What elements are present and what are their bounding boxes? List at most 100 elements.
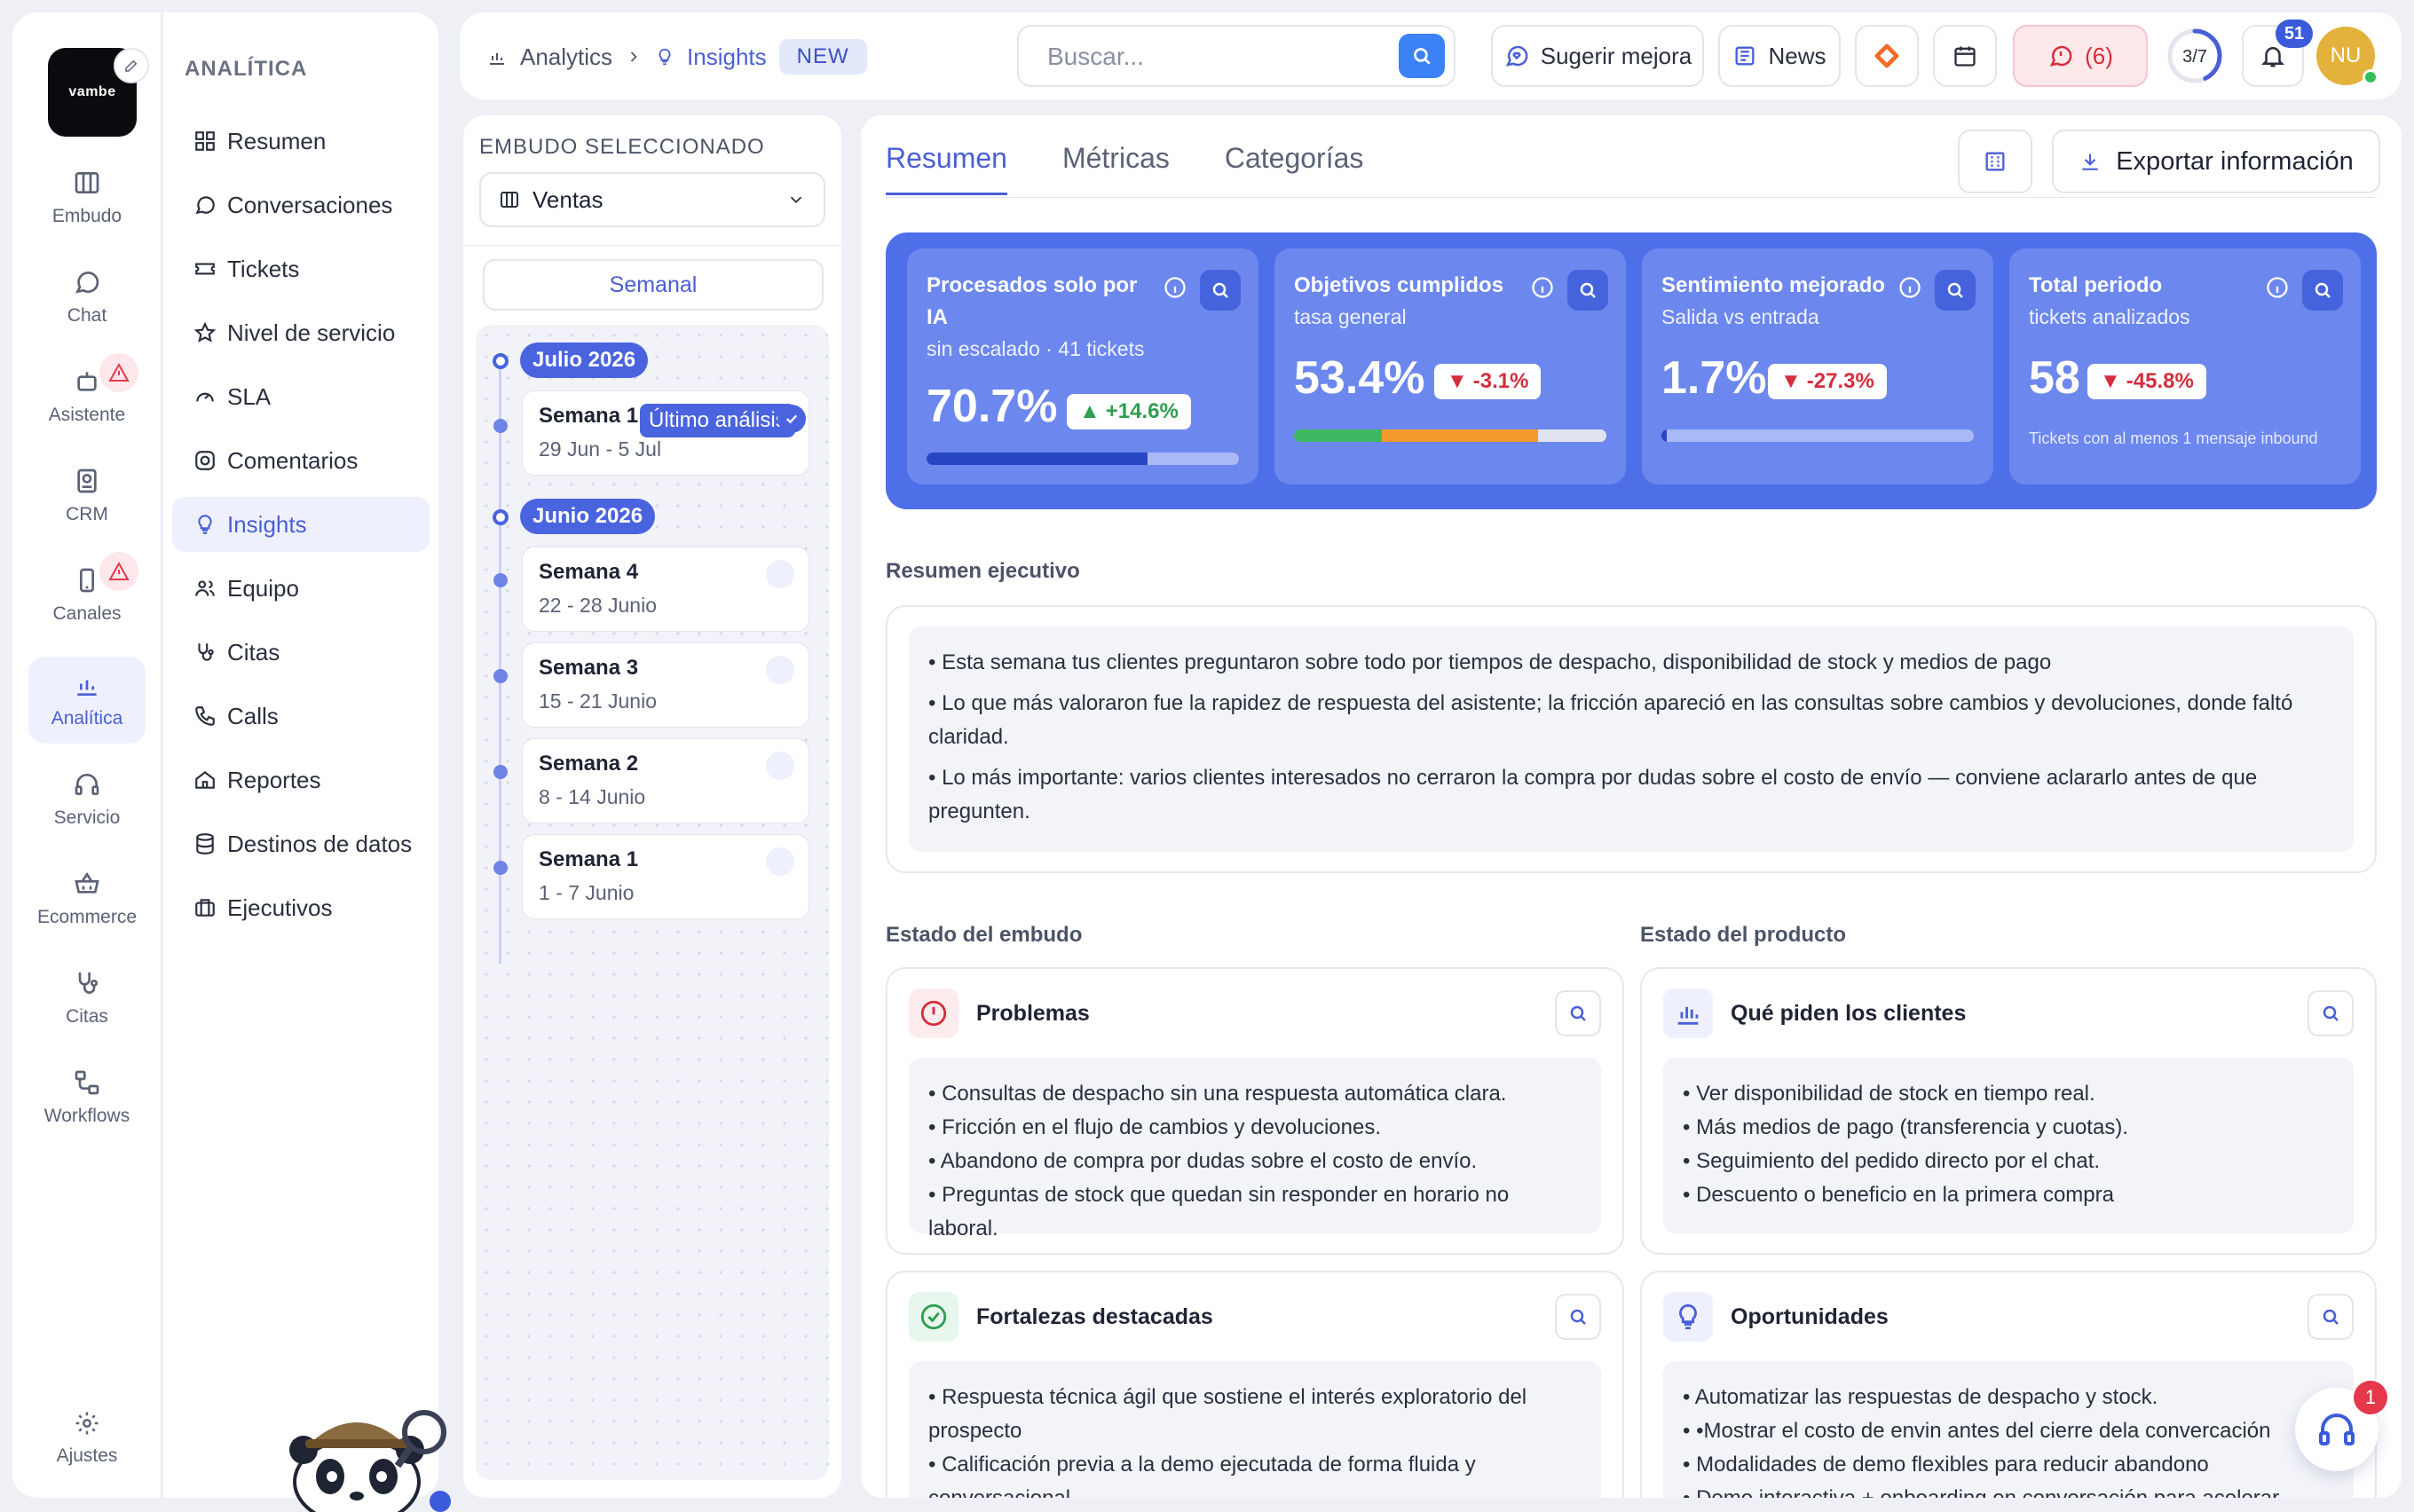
edit-logo-icon[interactable] bbox=[114, 48, 149, 83]
menu-item-comentarios[interactable]: Comentarios bbox=[172, 433, 430, 488]
news-button[interactable]: News bbox=[1718, 25, 1841, 87]
onboarding-progress[interactable]: 3/7 bbox=[2164, 25, 2226, 87]
card-title: Problemas bbox=[976, 1000, 1090, 1026]
search-icon bbox=[2323, 1309, 2339, 1325]
top-bar: Analytics Insights NEW Buscar... Sugerir… bbox=[460, 12, 2402, 99]
chat-heart-icon bbox=[1505, 45, 1528, 67]
period-toggle[interactable]: Semanal bbox=[483, 259, 824, 311]
panda-mascot-icon[interactable] bbox=[275, 1397, 462, 1512]
menu-item-destinos[interactable]: Destinos de datos bbox=[172, 816, 430, 871]
rail-item-ajustes[interactable]: Ajustes bbox=[28, 1395, 146, 1482]
menu-item-equipo[interactable]: Equipo bbox=[172, 561, 430, 616]
rail-item-analitica[interactable]: Analítica bbox=[28, 657, 146, 744]
kpi-progress-bar bbox=[927, 453, 1239, 465]
logo-text: vambe bbox=[68, 84, 116, 99]
suggest-button[interactable]: Sugerir mejora bbox=[1491, 25, 1704, 87]
export-button[interactable]: Exportar información bbox=[2052, 130, 2380, 193]
week-range: 8 - 14 Junio bbox=[539, 785, 646, 808]
bar-chart-icon bbox=[1663, 988, 1713, 1038]
newspaper-icon bbox=[1735, 46, 1755, 66]
exec-bullet: • Esta semana tus clientes preguntaron s… bbox=[928, 650, 2052, 674]
week-card[interactable]: Semana 2 8 - 14 Junio bbox=[522, 738, 809, 823]
card-search-button[interactable] bbox=[1555, 990, 1601, 1036]
search-icon bbox=[2323, 1005, 2339, 1021]
rail-item-workflows[interactable]: Workflows bbox=[28, 1054, 146, 1141]
delta-value: -27.3% bbox=[1806, 369, 1874, 393]
kpi-search-button[interactable] bbox=[2302, 270, 2343, 311]
info-icon[interactable] bbox=[1530, 275, 1555, 300]
progress-text: 3/7 bbox=[2182, 47, 2207, 67]
download-icon bbox=[2082, 154, 2098, 170]
menu-item-conversaciones[interactable]: Conversaciones bbox=[172, 177, 430, 232]
card-title: Qué piden los clientes bbox=[1731, 1000, 1967, 1026]
search-button[interactable] bbox=[1399, 34, 1445, 78]
breadcrumb-insights[interactable]: Insights bbox=[687, 43, 767, 71]
search-icon bbox=[1570, 1309, 1586, 1325]
kpi-delta: ▼ -45.8% bbox=[2087, 364, 2206, 399]
tab-categorias[interactable]: Categorías bbox=[1225, 142, 1364, 195]
kpi-search-button[interactable] bbox=[1567, 270, 1608, 311]
kpi-card-sentimiento: Sentimiento mejorado Salida vs entrada 1… bbox=[1642, 248, 1993, 484]
menu-item-sla[interactable]: SLA bbox=[172, 369, 430, 424]
menu-item-ejecutivos[interactable]: Ejecutivos bbox=[172, 880, 430, 935]
card-header: Fortalezas destacadas bbox=[909, 1292, 1213, 1342]
week-range: 22 - 28 Junio bbox=[539, 594, 657, 617]
card-search-button[interactable] bbox=[2308, 990, 2354, 1036]
info-icon[interactable] bbox=[1897, 275, 1922, 300]
menu-item-nivel-servicio[interactable]: Nivel de servicio bbox=[172, 305, 430, 360]
search-input[interactable]: Buscar... bbox=[1017, 25, 1456, 87]
calendar-button[interactable] bbox=[1933, 25, 1997, 87]
card-header: Problemas bbox=[909, 988, 1090, 1038]
chevron-right-icon bbox=[630, 51, 637, 62]
columns-icon bbox=[75, 172, 99, 193]
menu-item-citas[interactable]: Citas bbox=[172, 625, 430, 680]
breadcrumb-analytics[interactable]: Analytics bbox=[520, 43, 612, 71]
card-body: • Automatizar las respuestas de despacho… bbox=[1663, 1361, 2354, 1498]
funnel-select[interactable]: Ventas bbox=[479, 172, 825, 227]
week-card[interactable]: Semana 1 1 - 7 Junio bbox=[522, 834, 809, 919]
menu-label: Conversaciones bbox=[227, 191, 393, 218]
card-search-button[interactable] bbox=[1555, 1294, 1601, 1340]
info-icon[interactable] bbox=[1163, 275, 1187, 300]
icon-rail: vambe Embudo Chat Asistente CRM Canales … bbox=[12, 12, 162, 1498]
menu-item-calls[interactable]: Calls bbox=[172, 689, 430, 744]
bell-icon bbox=[2260, 47, 2285, 67]
week-name: Semana 2 bbox=[539, 752, 639, 776]
rail-item-citas[interactable]: Citas bbox=[28, 955, 146, 1042]
kpi-delta: ▼ -27.3% bbox=[1768, 364, 1887, 399]
strengths-card: Fortalezas destacadas • Respuesta técnic… bbox=[886, 1271, 1624, 1498]
week-card[interactable]: Semana 3 15 - 21 Junio bbox=[522, 642, 809, 728]
card-bullet: • Abandono de compra por dudas sobre el … bbox=[928, 1149, 1478, 1173]
kpi-subtitle: tasa general bbox=[1294, 305, 1407, 328]
check-circle-icon bbox=[909, 1292, 958, 1342]
database-icon bbox=[196, 833, 214, 854]
week-card[interactable]: Semana 4 22 - 28 Junio bbox=[522, 547, 809, 632]
week-card-selected[interactable]: Semana 1 29 Jun - 5 Jul Último análisis bbox=[522, 390, 809, 476]
menu-item-resumen[interactable]: Resumen bbox=[172, 114, 430, 169]
integration-button[interactable] bbox=[1855, 25, 1919, 87]
search-placeholder: Buscar... bbox=[1047, 43, 1144, 70]
tab-resumen[interactable]: Resumen bbox=[886, 142, 1007, 195]
rail-item-crm[interactable]: CRM bbox=[28, 453, 146, 539]
kpi-value: 53.4% bbox=[1294, 352, 1425, 404]
card-search-button[interactable] bbox=[2308, 1294, 2354, 1340]
menu-item-reportes[interactable]: Reportes bbox=[172, 752, 430, 807]
card-bullet: • Consultas de despacho sin una respuest… bbox=[928, 1082, 1507, 1106]
rail-item-ecommerce[interactable]: Ecommerce bbox=[28, 855, 146, 942]
alerts-button[interactable]: (6) bbox=[2013, 25, 2148, 87]
rail-item-embudo[interactable]: Embudo bbox=[28, 154, 146, 241]
kpi-search-button[interactable] bbox=[1200, 270, 1241, 311]
info-icon[interactable] bbox=[2265, 275, 2290, 300]
report-button[interactable] bbox=[1958, 130, 2032, 193]
rail-item-servicio[interactable]: Servicio bbox=[28, 756, 146, 843]
timeline-week-dot bbox=[493, 419, 508, 433]
breadcrumb: Analytics Insights NEW bbox=[486, 39, 867, 75]
rail-item-chat[interactable]: Chat bbox=[28, 254, 146, 341]
menu-item-tickets[interactable]: Tickets bbox=[172, 241, 430, 296]
menu-label: Destinos de datos bbox=[227, 830, 413, 857]
tab-metricas[interactable]: Métricas bbox=[1062, 142, 1170, 195]
kpi-search-button[interactable] bbox=[1935, 270, 1976, 311]
suggest-label: Sugerir mejora bbox=[1540, 42, 1692, 69]
menu-item-insights[interactable]: Insights bbox=[172, 497, 430, 552]
menu-label: Reportes bbox=[227, 766, 321, 793]
